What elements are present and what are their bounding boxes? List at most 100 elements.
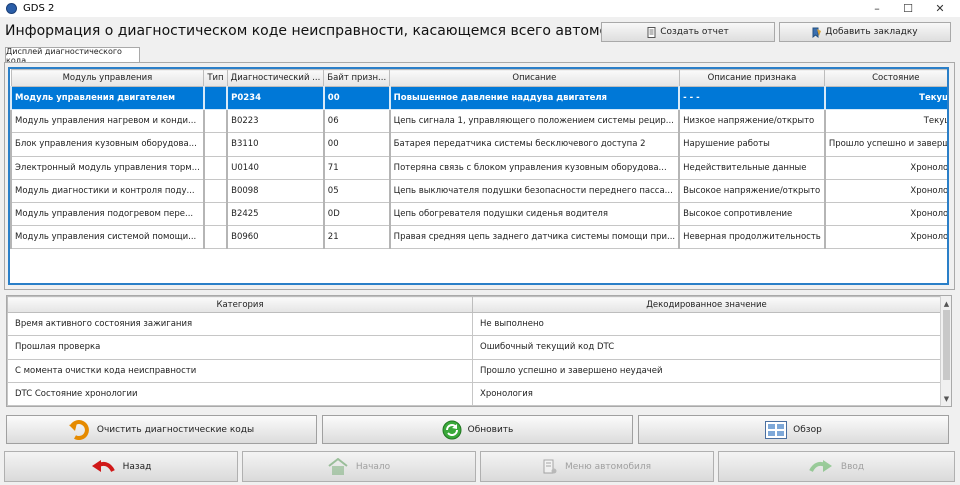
table-cell: DTC Состояние хронологии: [7, 381, 473, 406]
column-header[interactable]: Байт призн...: [323, 69, 391, 87]
back-label: Назад: [122, 461, 152, 472]
scroll-down-icon[interactable]: ▼: [941, 393, 951, 404]
table-cell: [202, 109, 228, 134]
close-button[interactable]: ✕: [925, 0, 955, 17]
table-row[interactable]: С момента очистки кода неисправности Про…: [7, 358, 941, 383]
table-cell: B0960: [226, 225, 325, 250]
table-cell: Модуль управления системой помощи...: [10, 225, 205, 250]
table-cell: Повышенное давление наддува двигателя: [388, 85, 680, 111]
table-cell: С момента очистки кода неисправности: [7, 358, 473, 383]
table-cell: 0D: [322, 201, 391, 227]
scroll-thumb[interactable]: [943, 310, 950, 380]
column-header[interactable]: Модуль управления: [10, 69, 205, 87]
table-cell: [202, 85, 228, 111]
app-window: GDS 2 – ☐ ✕ Информация о диагностическом…: [0, 0, 960, 485]
home-label: Начало: [355, 461, 391, 472]
table-cell: Прошло успешно и заверше...: [823, 132, 947, 157]
detail-grid[interactable]: Категория Декодированное значение Время …: [6, 295, 952, 407]
clear-codes-button[interactable]: Очистить диагностические коды: [6, 415, 317, 444]
column-header[interactable]: Описание: [389, 69, 680, 87]
printer-icon: [647, 26, 656, 38]
table-cell: Потеряна связь с блоком управления кузов…: [388, 155, 680, 180]
refresh-button[interactable]: Обновить: [322, 415, 633, 444]
column-header[interactable]: Диагностический ...: [226, 69, 325, 87]
home-icon: [328, 457, 348, 475]
title-bar: GDS 2 – ☐ ✕: [0, 0, 960, 17]
table-row[interactable]: Прошлая проверка Ошибочный текущий код D…: [7, 335, 941, 360]
table-cell: Высокое напряжение/открыто: [678, 178, 826, 203]
table-cell: Низкое напряжение/открыто: [678, 109, 826, 134]
table-cell: Текущий: [823, 109, 947, 134]
table-cell: [202, 155, 228, 180]
maximize-button[interactable]: ☐: [893, 0, 923, 17]
refresh-label: Обновить: [467, 424, 514, 435]
table-cell: Хронология: [823, 201, 947, 227]
vehicle-menu-icon: [543, 459, 557, 473]
table-cell: P0234: [226, 85, 325, 111]
table-cell: 06: [322, 109, 391, 134]
back-button[interactable]: Назад: [4, 451, 238, 482]
dtc-table: Модуль управления Тип Диагностический ..…: [10, 69, 947, 250]
table-cell: Высокое сопротивление: [678, 201, 826, 227]
forward-button[interactable]: Ввод: [718, 451, 955, 482]
page-title: Информация о диагностическом коде неиспр…: [5, 23, 644, 39]
table-cell: Модуль управления двигателем: [10, 85, 205, 111]
vehicle-menu-label: Меню автомобиля: [564, 461, 652, 472]
table-row[interactable]: Модуль управления системой помощи... B09…: [10, 225, 947, 250]
clear-codes-label: Очистить диагностические коды: [96, 424, 255, 435]
app-logo-icon: [6, 3, 17, 14]
minimize-button[interactable]: –: [862, 0, 892, 17]
table-cell: Прошло успешно и завершено неудачей: [472, 358, 941, 383]
table-row[interactable]: Время активного состояния зажигания Не в…: [7, 311, 941, 337]
table-cell: Батарея передатчика системы бесключевого…: [388, 132, 680, 157]
table-cell: Хронология: [823, 155, 947, 180]
table-row[interactable]: DTC Состояние хронологии Хронология: [7, 381, 941, 406]
column-header[interactable]: Тип: [203, 69, 228, 87]
table-cell: Хронология: [823, 178, 947, 203]
column-header[interactable]: Декодированное значение: [472, 296, 941, 313]
table-row[interactable]: Модуль управления подогревом пере... B24…: [10, 201, 947, 227]
table-cell: [202, 178, 228, 203]
table-cell: Не выполнено: [472, 311, 941, 337]
table-cell: Модуль управления подогревом пере...: [10, 201, 205, 227]
home-button[interactable]: Начало: [242, 451, 476, 482]
table-cell: Цепь сигнала 1, управляющего положением …: [388, 109, 680, 134]
overview-icon: [765, 420, 788, 439]
table-cell: [202, 225, 228, 250]
table-cell: U0140: [226, 155, 325, 180]
table-row[interactable]: Модуль диагностики и контроля поду... B0…: [10, 178, 947, 203]
table-cell: Текущий: [823, 85, 947, 111]
table-cell: Блок управления кузовным оборудова...: [10, 132, 205, 157]
tab-dtc-display[interactable]: Дисплей диагностического кода: [5, 47, 140, 65]
refresh-icon: [442, 420, 462, 439]
add-bookmark-button[interactable]: Добавить закладку: [779, 22, 951, 42]
table-cell: Хронология: [472, 381, 941, 406]
table-row[interactable]: Блок управления кузовным оборудова... B3…: [10, 132, 947, 157]
table-cell: Прошлая проверка: [7, 335, 473, 360]
table-cell: Цепь выключателя подушки безопасности пе…: [388, 178, 680, 203]
page-header: Информация о диагностическом коде неиспр…: [0, 20, 960, 44]
table-cell: Электронный модуль управления торм...: [10, 155, 205, 180]
forward-label: Ввод: [840, 461, 865, 472]
dtc-grid[interactable]: Модуль управления Тип Диагностический ..…: [8, 67, 949, 285]
detail-table-header: Категория Декодированное значение: [7, 296, 941, 313]
window-title: GDS 2: [23, 3, 55, 14]
column-header[interactable]: Категория: [7, 296, 473, 313]
table-cell: Нарушение работы: [678, 132, 826, 157]
detail-scrollbar[interactable]: ▲ ▼: [940, 296, 951, 406]
overview-button[interactable]: Обзор: [638, 415, 949, 444]
table-cell: B3110: [226, 132, 325, 157]
table-row[interactable]: Модуль управления нагревом и конди... B0…: [10, 109, 947, 134]
table-cell: [202, 201, 228, 227]
scroll-up-icon[interactable]: ▲: [941, 298, 951, 309]
vehicle-menu-button[interactable]: Меню автомобиля: [480, 451, 714, 482]
column-header[interactable]: Описание признака: [678, 69, 826, 87]
column-header[interactable]: Состояние: [824, 69, 947, 87]
create-report-button[interactable]: Создать отчет: [601, 22, 775, 42]
detail-table: Категория Декодированное значение Время …: [7, 296, 941, 406]
table-cell: 21: [322, 225, 391, 250]
table-cell: 05: [322, 178, 391, 203]
table-row[interactable]: Электронный модуль управления торм... U0…: [10, 155, 947, 180]
table-row[interactable]: Модуль управления двигателем P0234 00 По…: [10, 85, 947, 111]
table-cell: Ошибочный текущий код DTC: [472, 335, 941, 360]
